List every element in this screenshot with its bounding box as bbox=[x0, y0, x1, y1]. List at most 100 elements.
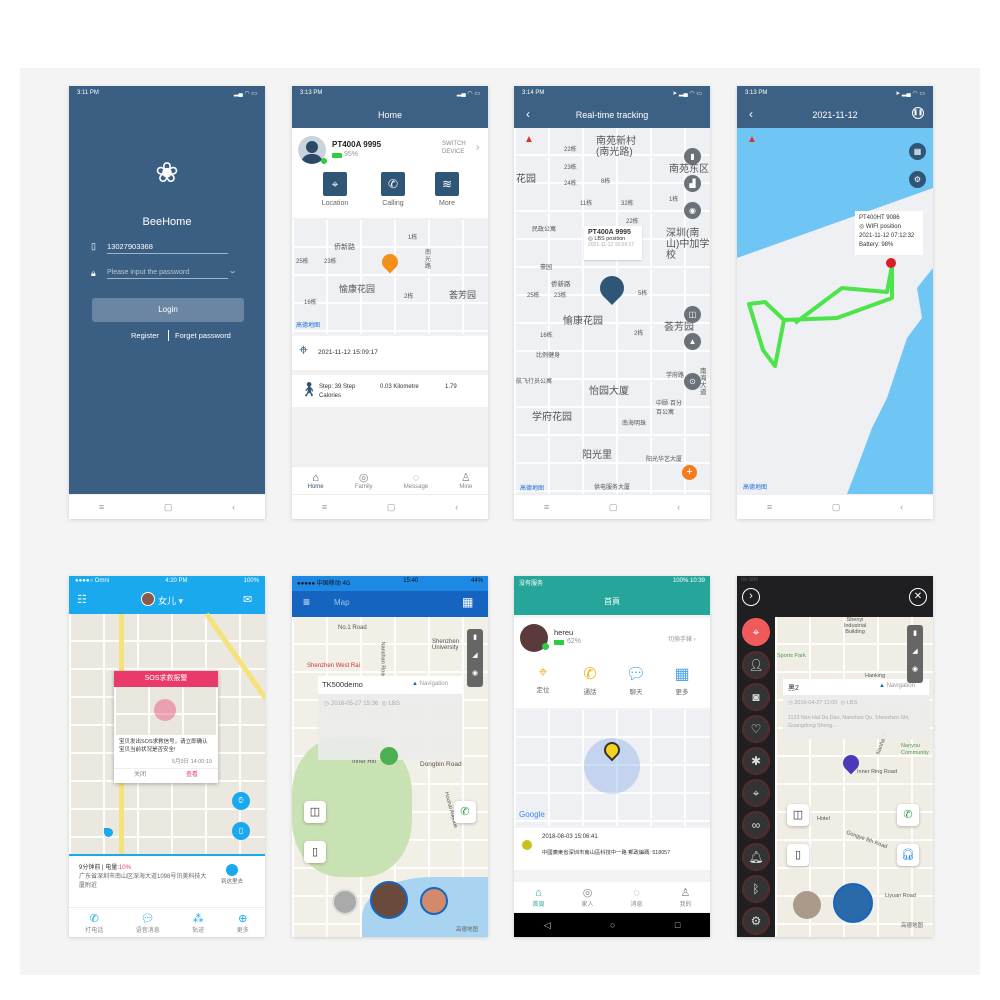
back-icon[interactable]: ◁ bbox=[544, 920, 551, 931]
layers-button[interactable]: ◫ bbox=[787, 804, 809, 826]
avatar-pin-icon[interactable] bbox=[595, 271, 629, 305]
home-icon[interactable]: ▢ bbox=[832, 502, 841, 513]
tower-icon[interactable]: ◉ bbox=[684, 202, 701, 219]
tab-message[interactable]: ◌ Message bbox=[404, 472, 428, 490]
bell-button[interactable]: 🔔︎ bbox=[742, 843, 770, 871]
tab-home[interactable]: ⌂ 首頁 bbox=[532, 887, 544, 908]
home-icon[interactable]: ▢ bbox=[609, 502, 618, 513]
pause-button[interactable]: ❚❚ bbox=[912, 107, 924, 119]
home-icon[interactable]: ▢ bbox=[387, 502, 396, 513]
home-icon[interactable]: ○ bbox=[610, 920, 615, 930]
calendar-button[interactable]: ▦ bbox=[909, 143, 926, 160]
navigation-button[interactable]: ▲ Navigation bbox=[879, 683, 915, 689]
watch-button[interactable]: ⌚︎ bbox=[232, 792, 250, 810]
call-button[interactable]: ✆ bbox=[897, 804, 919, 826]
recents-icon[interactable]: □ bbox=[675, 920, 680, 930]
tab-mine[interactable]: ♙ 我的 bbox=[679, 886, 691, 908]
location-row[interactable]: ⌖ 2021-11-12 15:09:17 bbox=[292, 336, 488, 370]
map[interactable]: Google bbox=[514, 710, 710, 826]
navigate-icon[interactable]: ▲ bbox=[684, 333, 701, 350]
watch-icon[interactable]: ▮ bbox=[684, 148, 701, 165]
grid-icon[interactable]: ▦ bbox=[462, 595, 473, 609]
tab-mine[interactable]: ♙ Mine bbox=[459, 471, 472, 490]
map-pin-icon[interactable] bbox=[378, 250, 402, 274]
call-button[interactable]: ✆ bbox=[454, 801, 476, 823]
forget-password-link[interactable]: Forget password bbox=[175, 331, 231, 340]
device-button[interactable]: ▯ bbox=[787, 844, 809, 866]
more-action[interactable]: ≋ More bbox=[432, 172, 462, 207]
location-row[interactable]: 2018-08-03 15:06:41 中國廣東省深圳市南山區科技中一路 郵政編… bbox=[514, 828, 710, 870]
map[interactable]: SOS求救报警 宝贝发出SOS求救信号，请立即确认宝贝当前状况是否安全! 5月9… bbox=[69, 612, 265, 854]
fitness-button[interactable]: ✱ bbox=[742, 747, 770, 775]
locate-button[interactable]: ⌖ bbox=[742, 618, 770, 646]
track-map[interactable] bbox=[737, 128, 933, 494]
switch-watch-button[interactable]: 切換手錶 › bbox=[668, 634, 696, 643]
tab-more[interactable]: ⊕ 更多 bbox=[237, 912, 249, 934]
device-pin-icon[interactable] bbox=[380, 747, 398, 765]
menu-icon[interactable]: ≡ bbox=[767, 502, 772, 512]
tab-voice[interactable]: 💬︎ 语音消息 bbox=[136, 912, 160, 934]
eye-closed-icon[interactable]: ⌣ bbox=[230, 267, 235, 277]
locate-action[interactable]: ⌖ 定位 bbox=[528, 664, 558, 694]
more-action[interactable]: ▦ 更多 bbox=[667, 664, 697, 696]
headphones-button[interactable]: 🎧︎ bbox=[897, 844, 919, 866]
call-action[interactable]: ✆ 通話 bbox=[575, 664, 605, 696]
signal-icon[interactable]: ◢ bbox=[467, 647, 483, 665]
chevron-right-icon[interactable]: › bbox=[476, 142, 479, 153]
layers-icon[interactable]: ◫ bbox=[684, 306, 701, 323]
route-button[interactable]: ⌖ bbox=[742, 779, 770, 807]
go-here-button[interactable]: 到这里去 bbox=[221, 864, 243, 887]
switch-device-button[interactable]: SWITCH DEVICE bbox=[442, 140, 474, 156]
login-button[interactable]: Login bbox=[92, 298, 244, 322]
tower-icon[interactable]: ◉ bbox=[907, 661, 923, 679]
map[interactable]: ▲ 南苑新村(南光路) 南苑东区 花园 深圳(南山)中加学校 民政公寓 豪园 侨… bbox=[514, 128, 710, 494]
map[interactable]: Shenyi Industrial Building Sports Park H… bbox=[775, 617, 933, 937]
menu-icon[interactable]: ≡ bbox=[99, 502, 104, 512]
tab-call[interactable]: ✆ 打电话 bbox=[85, 912, 103, 934]
tab-track[interactable]: ⁂ 轨迹 bbox=[192, 912, 204, 934]
close-button[interactable]: ✕ bbox=[909, 588, 927, 606]
tab-family[interactable]: ◎ 家人 bbox=[581, 886, 593, 908]
signal-icon[interactable]: ◢ bbox=[907, 643, 923, 661]
bluetooth-button[interactable]: ᛒ bbox=[742, 875, 770, 903]
back-icon[interactable]: ‹ bbox=[900, 502, 903, 512]
phone-input[interactable]: 13027903368 bbox=[107, 242, 228, 254]
avatar-gray[interactable] bbox=[332, 889, 358, 915]
menu-icon[interactable]: ≡ bbox=[303, 595, 310, 609]
voicemail-button[interactable]: ∞ bbox=[742, 811, 770, 839]
register-link[interactable]: Register bbox=[131, 331, 159, 340]
add-user-button[interactable]: 👤︎ bbox=[742, 651, 770, 679]
home-icon[interactable]: ▢ bbox=[164, 502, 173, 513]
calling-action[interactable]: ✆ Calling bbox=[378, 172, 408, 207]
tower-icon[interactable]: ◉ bbox=[467, 665, 483, 683]
map-preview[interactable]: 侨新路 愉康花园 荟芳园 南光路 25栋 23栋 16栋 1栋 2栋 高德地图 bbox=[292, 220, 488, 334]
view-button[interactable]: 查看 bbox=[166, 769, 218, 781]
user-selector[interactable]: 女儿 ▾ bbox=[158, 594, 183, 607]
tab-family[interactable]: ◎ Family bbox=[355, 471, 373, 490]
menu-icon[interactable]: ≡ bbox=[544, 502, 549, 512]
settings-button[interactable]: ⚙ bbox=[909, 171, 926, 188]
password-input[interactable]: Please input the password bbox=[107, 269, 228, 279]
tab-message[interactable]: ◌ 消息 bbox=[630, 887, 642, 908]
tab-home[interactable]: ⌂ Home bbox=[308, 472, 324, 490]
back-icon[interactable]: ‹ bbox=[677, 502, 680, 512]
menu-icon[interactable]: ≡ bbox=[322, 502, 327, 512]
navigation-button[interactable]: ▲ Navigation bbox=[412, 681, 448, 687]
avatar-child[interactable] bbox=[420, 887, 448, 915]
watch-icon[interactable]: ▮ bbox=[467, 629, 483, 647]
device-button[interactable]: ▯ bbox=[304, 841, 326, 863]
list-icon[interactable]: ☷ bbox=[77, 593, 87, 606]
locate-icon[interactable]: ⊙ bbox=[684, 373, 701, 390]
back-icon[interactable]: ‹ bbox=[232, 502, 235, 512]
location-action[interactable]: ⌖ Location bbox=[320, 172, 350, 207]
back-icon[interactable]: ‹ bbox=[455, 502, 458, 512]
avatar-selected[interactable] bbox=[833, 883, 873, 923]
heart-rate-button[interactable]: ♡ bbox=[742, 715, 770, 743]
map[interactable]: No.1 Road Shenzhen University Shenzhen W… bbox=[292, 617, 488, 937]
watch-icon[interactable]: ▮ bbox=[907, 625, 923, 643]
settings-button[interactable]: ⚙ bbox=[742, 907, 770, 935]
add-button[interactable]: + bbox=[682, 465, 697, 480]
signal-icon[interactable]: ▟ bbox=[684, 175, 701, 192]
chat-action[interactable]: 💬︎ 聊天 bbox=[621, 664, 651, 696]
mail-icon[interactable]: ✉ bbox=[243, 593, 252, 606]
